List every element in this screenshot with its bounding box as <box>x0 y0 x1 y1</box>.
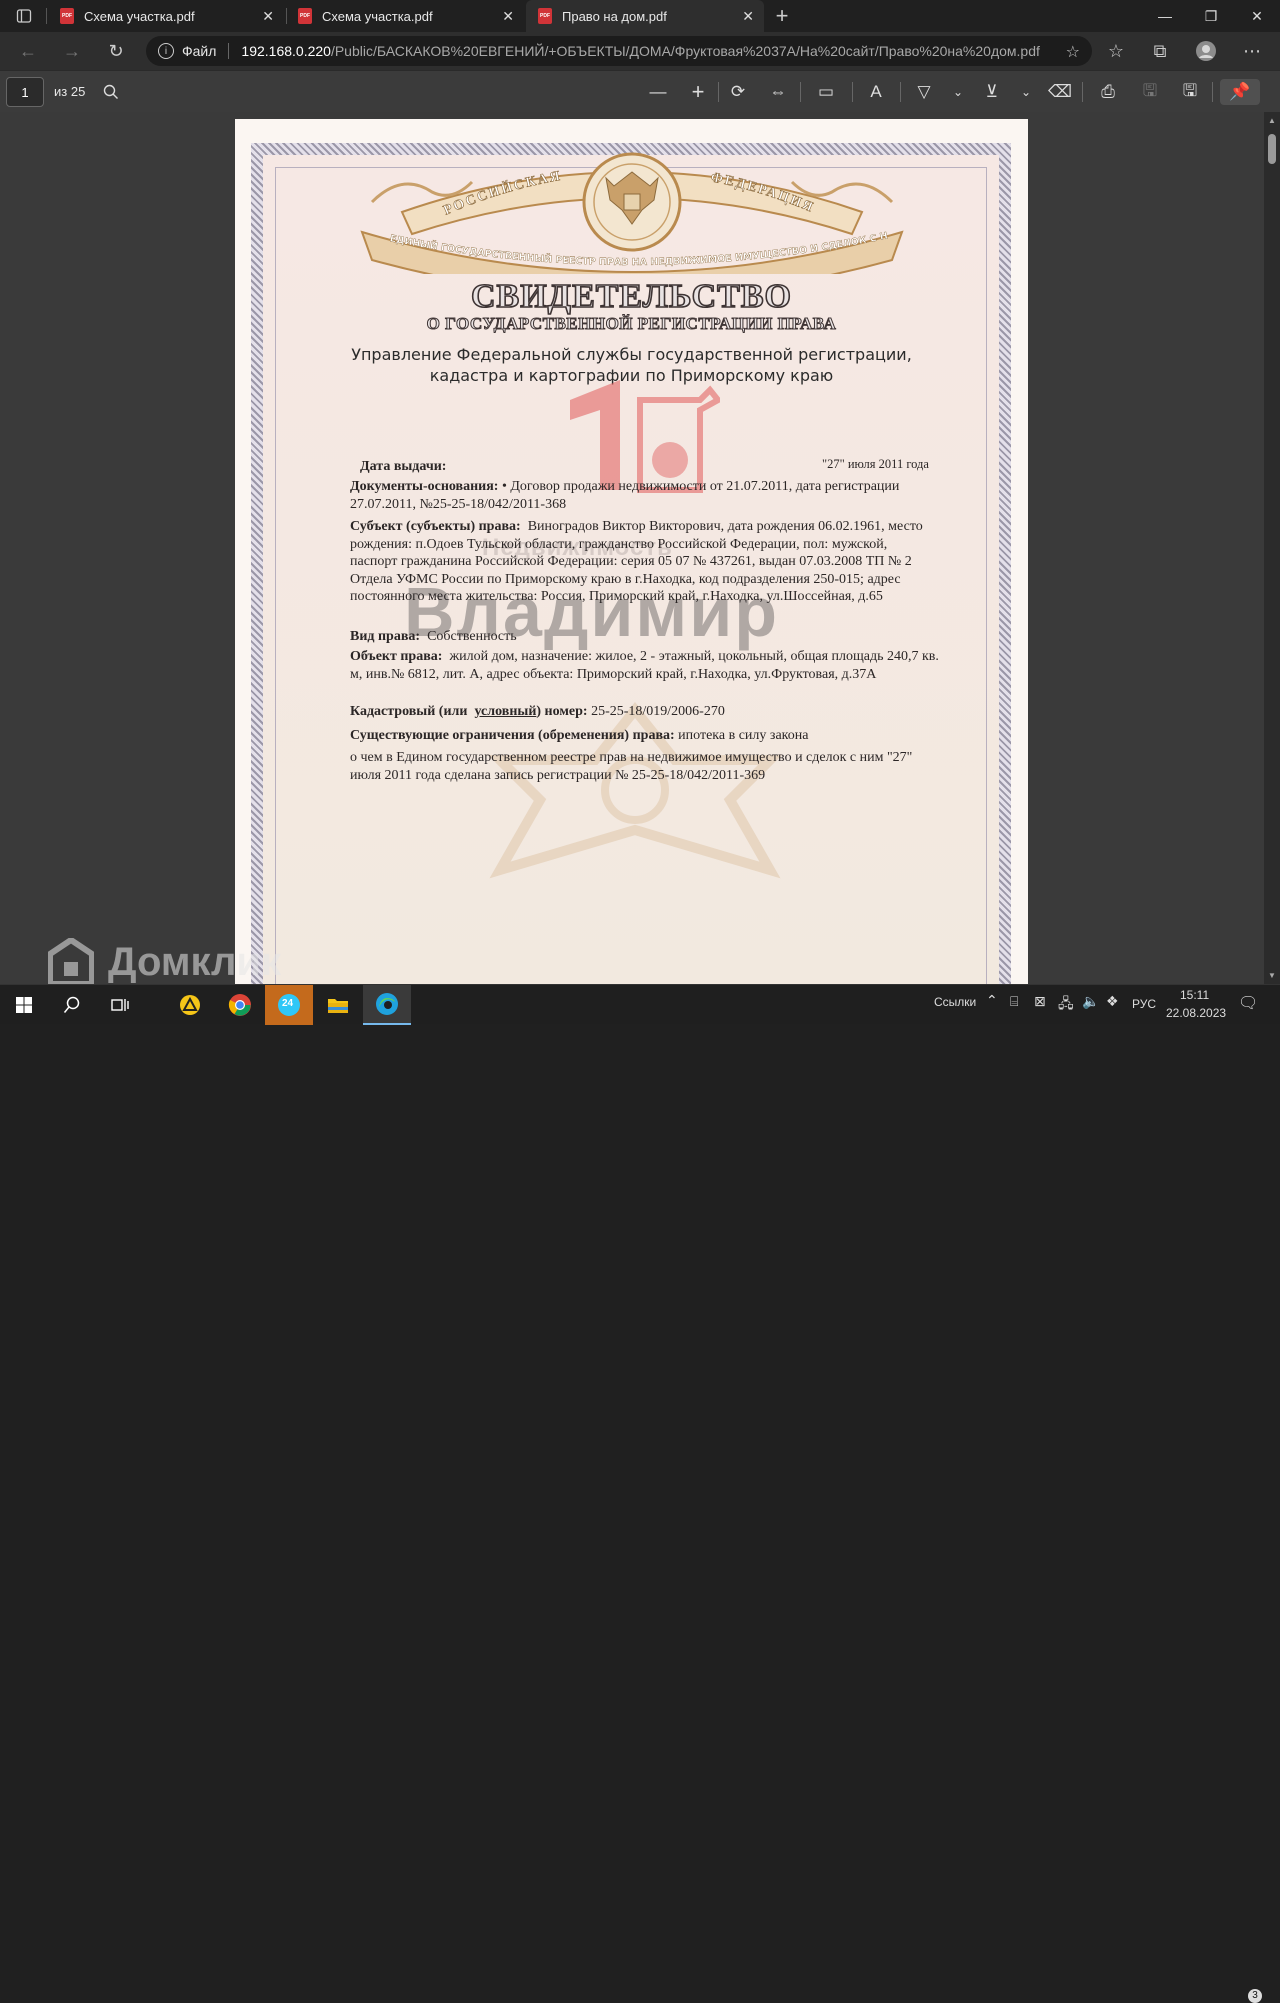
tab-3-title: Право на дом.pdf <box>562 8 667 24</box>
registry-record: о чем в Едином государственном реестре п… <box>350 750 913 783</box>
favorites-icon[interactable]: ☆ <box>1102 37 1130 65</box>
restore-icon[interactable]: ❐ <box>1188 0 1234 32</box>
zoom-in-icon[interactable]: + <box>684 79 712 105</box>
minimize-icon[interactable]: — <box>1142 0 1188 32</box>
basis-documents: Документы-основания: • Договор продажи н… <box>350 479 900 512</box>
refresh-icon[interactable]: ↻ <box>102 37 130 65</box>
tab-2-title: Схема участка.pdf <box>322 8 433 24</box>
document-title: СВИДЕТЕЛЬСТВО <box>470 277 792 316</box>
tab-strip: Схема участка.pdf ✕ Схема участка.pdf ✕ … <box>0 0 1280 32</box>
navigation-bar: ← → ↻ i Файл 192.168.0.220 /Public/БАСКА… <box>0 32 1280 70</box>
close-icon[interactable]: ✕ <box>742 8 754 25</box>
right-holder: Субъект (субъекты) права: Виноградов Вик… <box>350 519 923 604</box>
new-tab-button[interactable]: + <box>768 2 796 30</box>
domclick-brand: Домклик <box>108 939 282 984</box>
back-arrow-icon[interactable]: ← <box>14 37 42 65</box>
chevron-up-icon[interactable]: ⌃ <box>986 992 998 1009</box>
page-count: из 25 <box>54 84 86 99</box>
address-bar[interactable]: i Файл 192.168.0.220 /Public/БАСКАКОВ%20… <box>146 36 1092 66</box>
window-close-icon[interactable]: ✕ <box>1234 0 1280 32</box>
more-menu-icon[interactable]: ⋯ <box>1238 37 1266 65</box>
highlight-icon[interactable]: ⊻ <box>978 79 1006 105</box>
dropbox-icon[interactable]: ❖ <box>1106 993 1119 1010</box>
agency-line-1: Управление Федеральной службы государств… <box>351 345 912 364</box>
clock-time[interactable]: 15:11 <box>1180 988 1209 1002</box>
vertical-scrollbar[interactable]: ▲ ▼ <box>1264 112 1280 984</box>
page-number-input[interactable] <box>6 77 44 107</box>
taskbar: 24 Ссылки ⌃ ⌸ ⊠ 🖧 🔈 ❖ РУС 15:11 22.08.20… <box>0 984 1280 2003</box>
restrictions: Существующие ограничения (обременения) п… <box>350 728 809 743</box>
search-icon[interactable] <box>48 985 96 1025</box>
tab-1[interactable]: Схема участка.pdf ✕ <box>48 0 284 32</box>
tab-3-active[interactable]: Право на дом.pdf ✕ <box>526 0 764 32</box>
app-triangle-icon[interactable] <box>166 985 214 1025</box>
url-scheme-label: Файл <box>182 43 217 59</box>
right-object: Объект права: жилой дом, назначение: жил… <box>350 649 939 682</box>
task-view-icon[interactable] <box>96 985 144 1025</box>
collections-icon[interactable]: ⧉ <box>1146 37 1174 65</box>
pdf-file-icon <box>60 8 74 24</box>
add-favorite-icon[interactable]: ☆ <box>1066 42 1080 62</box>
search-icon[interactable] <box>97 79 125 105</box>
chevron-down-icon[interactable]: ⌄ <box>1012 79 1040 105</box>
tab-2[interactable]: Схема участка.pdf ✕ <box>288 0 524 32</box>
save-as-icon[interactable]: 🖫 <box>1176 79 1204 105</box>
network-icon[interactable]: 🖧 <box>1058 993 1074 1017</box>
volume-icon[interactable]: 🔈 <box>1082 993 1099 1010</box>
clock-date[interactable]: 22.08.2023 <box>1166 1006 1226 1020</box>
erase-icon[interactable]: ⌫ <box>1046 79 1074 105</box>
house-logo-icon <box>48 938 94 986</box>
document-subtitle: О ГОСУДАРСТВЕННОЙ РЕГИСТРАЦИИ ПРАВА <box>426 314 837 334</box>
read-aloud-icon[interactable]: A <box>862 79 890 105</box>
pdf-file-icon <box>538 8 552 24</box>
tab-actions-icon[interactable] <box>10 2 38 30</box>
pdf-file-icon <box>298 8 312 24</box>
info-icon[interactable]: i <box>158 43 174 59</box>
cadastral-number: Кадастровый (или условный) номер: 25-25-… <box>350 704 725 719</box>
forward-arrow-icon[interactable]: → <box>58 37 86 65</box>
close-icon[interactable]: ✕ <box>502 8 514 25</box>
bitrix24-icon[interactable]: 24 <box>265 985 313 1025</box>
domclick-watermark: Домклик <box>48 938 281 986</box>
zoom-out-icon[interactable]: — <box>644 79 672 105</box>
profile-avatar[interactable] <box>1192 37 1220 65</box>
security-icon[interactable]: ⊠ <box>1034 993 1046 1010</box>
right-type: Вид права: Собственность <box>350 629 517 644</box>
close-icon[interactable]: ✕ <box>262 8 274 25</box>
scrollbar-thumb[interactable] <box>1268 134 1276 164</box>
print-icon[interactable]: ⎙ <box>1094 79 1122 105</box>
rotate-icon[interactable]: ⟳ <box>724 79 752 105</box>
links-toolbar-label[interactable]: Ссылки <box>934 995 976 1009</box>
windows-start-icon[interactable] <box>0 985 48 1025</box>
fit-page-icon[interactable]: ⇔ <box>764 79 792 105</box>
pin-toolbar-icon[interactable]: 📌 <box>1220 79 1260 105</box>
file-explorer-icon[interactable] <box>314 985 362 1025</box>
pdf-toolbar: из 25 — + ⟳ ⇔ ▭ A ▽ ⌄ ⊻ ⌄ ⌫ ⎙ 🖫 🖫 📌 <box>0 70 1280 112</box>
usb-icon[interactable]: ⌸ <box>1010 993 1018 1010</box>
issue-date-label: Дата выдачи: <box>360 459 447 474</box>
chevron-down-icon[interactable]: ⌄ <box>944 79 972 105</box>
draw-icon[interactable]: ▽ <box>910 79 938 105</box>
page-view-icon[interactable]: ▭ <box>812 79 840 105</box>
notifications-icon[interactable]: 🗨 <box>1238 993 1258 1013</box>
url-path: /Public/БАСКАКОВ%20ЕВГЕНИЙ/+ОБЪЕКТЫ/ДОМА… <box>330 43 1040 59</box>
chrome-icon[interactable] <box>216 985 264 1025</box>
issue-date-value: "27" июля 2011 года <box>822 457 929 471</box>
state-emblem-band: РОССИЙСКАЯ ФЕДЕРАЦИЯ ЕДИНЫЙ ГОСУДАРСТВЕН… <box>347 134 912 297</box>
edge-icon[interactable] <box>363 985 411 1025</box>
notifications-count: 3 <box>1248 1989 1262 2003</box>
language-indicator[interactable]: РУС <box>1132 997 1156 1011</box>
tab-1-title: Схема участка.pdf <box>84 8 195 24</box>
bitrix24-badge: 24 <box>282 998 294 1009</box>
url-host: 192.168.0.220 <box>241 43 331 59</box>
save-icon[interactable]: 🖫 <box>1136 79 1164 105</box>
